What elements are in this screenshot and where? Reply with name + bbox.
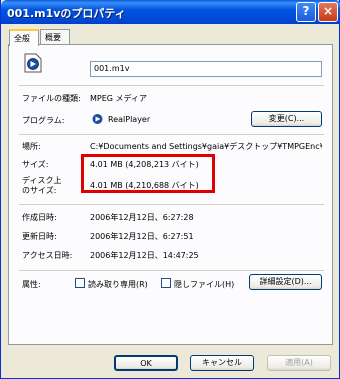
cancel-button[interactable]: キャンセル (190, 355, 254, 371)
filename-field[interactable]: 001.m1v (90, 61, 322, 77)
tab-general[interactable]: 全般 (9, 29, 39, 46)
tab-summary[interactable]: 概要 (40, 29, 70, 45)
advanced-button[interactable]: 詳細設定(D)... (249, 274, 322, 290)
apply-button[interactable]: 適用(A) (267, 355, 331, 371)
accessed-value: 2006年12月12日、14:47:25 (90, 251, 199, 260)
size-label: サイズ: (22, 160, 49, 169)
disk-size-label-line2: のサイズ: (22, 186, 57, 195)
ok-button[interactable]: OK (114, 355, 178, 371)
realplayer-icon (92, 114, 103, 124)
window-title: 001.m1vのプロパティ (7, 7, 126, 20)
title-bar[interactable]: 001.m1vのプロパティ ? × (1, 0, 340, 24)
attributes-label: 属性: (22, 280, 41, 289)
modified-label: 更新日時: (22, 232, 57, 241)
divider (19, 270, 324, 271)
properties-dialog: 001.m1vのプロパティ ? × 全般 概要 001.m1v ファイルの種類:… (0, 0, 340, 379)
location-label: 場所: (22, 142, 41, 151)
readonly-checkbox[interactable] (75, 278, 85, 288)
program-label: プログラム: (22, 116, 65, 125)
program-value: RealPlayer (108, 115, 151, 124)
change-program-button[interactable]: 変更(C)... (251, 111, 322, 127)
realplayer-file-icon (24, 53, 42, 73)
hidden-checkbox[interactable] (161, 278, 171, 288)
accessed-label: アクセス日時: (22, 251, 73, 260)
created-value: 2006年12月12日、6:27:28 (90, 213, 194, 222)
divider (19, 134, 324, 135)
divider (19, 85, 324, 86)
hidden-label[interactable]: 隠しファイル(H) (174, 279, 234, 290)
help-button[interactable]: ? (296, 2, 316, 22)
file-type-value: MPEG メディア (90, 94, 147, 103)
close-button[interactable]: × (318, 2, 338, 22)
general-panel: 001.m1v ファイルの種類: MPEG メディア プログラム: RealPl… (8, 44, 333, 345)
file-type-label: ファイルの種類: (22, 94, 81, 103)
divider (19, 204, 324, 205)
created-label: 作成日時: (22, 213, 57, 222)
modified-value: 2006年12月12日、6:27:51 (90, 232, 194, 241)
readonly-label[interactable]: 読み取り専用(R) (88, 279, 148, 290)
highlight-box (81, 154, 215, 193)
location-value: C:¥Documents and Settings¥gaia¥デスクトップ¥TM… (90, 142, 322, 151)
